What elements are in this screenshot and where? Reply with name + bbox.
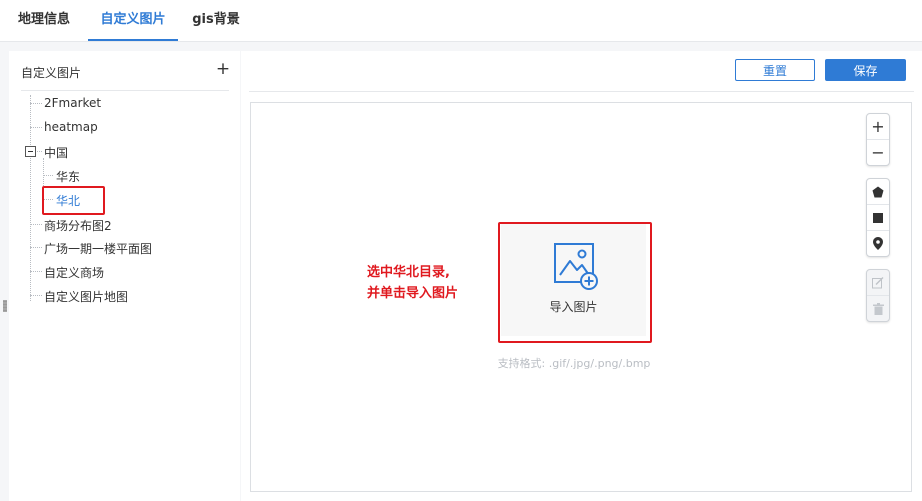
tree-item-east-china[interactable]: 华东 [56, 168, 80, 185]
tree-line [30, 247, 42, 248]
tab-gis-background[interactable]: gis背景 [190, 0, 242, 40]
highlight-box [498, 222, 652, 343]
tree-item-mall-distribution[interactable]: 商场分布图2 [44, 217, 112, 234]
zoom-in-button[interactable]: + [867, 114, 889, 139]
tree-line [30, 224, 42, 225]
collapse-toggle-icon[interactable] [25, 146, 36, 157]
save-button[interactable]: 保存 [825, 59, 906, 81]
tree-item-heatmap[interactable]: heatmap [44, 120, 98, 134]
tree-item-2fmarket[interactable]: 2Fmarket [44, 96, 101, 110]
annotation-line: 并单击导入图片 [367, 286, 459, 301]
tree-line [30, 127, 42, 128]
tree-line [35, 151, 42, 152]
delete-shape-button[interactable] [867, 295, 889, 321]
minus-icon: − [871, 142, 885, 162]
image-canvas: 导入图片 支持格式: .gif/.jpg/.png/.bmp 选中华北目录, 并… [250, 102, 912, 492]
edit-shape-button[interactable] [867, 270, 889, 295]
add-image-button[interactable]: + [215, 60, 231, 78]
draw-tools [866, 178, 890, 257]
square-icon [873, 212, 883, 223]
divider [21, 90, 229, 91]
tree-item-custom-mall[interactable]: 自定义商场 [44, 264, 104, 281]
tree-line [30, 103, 42, 104]
tree-item-custom-image-map[interactable]: 自定义图片地图 [44, 288, 128, 305]
resize-handle[interactable] [3, 300, 7, 312]
image-editor-panel: 重置 保存 导入图片 支持格式: .gif/.jpg/.png/.bmp 选中华… [241, 51, 922, 501]
draw-rectangle-button[interactable] [867, 204, 889, 230]
zoom-out-button[interactable]: − [867, 139, 889, 165]
tab-geo-info[interactable]: 地理信息 [12, 0, 76, 40]
top-tab-bar: 地理信息 自定义图片 gis背景 [0, 0, 922, 42]
zoom-controls: + − [866, 113, 890, 166]
annotation-line: 选中华北目录, [367, 265, 450, 280]
edit-icon [872, 276, 884, 288]
plus-icon: + [871, 116, 885, 136]
tab-custom-image[interactable]: 自定义图片 [88, 0, 178, 41]
edit-tools [866, 269, 890, 322]
panel-title: 自定义图片 [21, 66, 82, 80]
tree-line [43, 175, 53, 176]
draw-marker-button[interactable] [867, 230, 889, 256]
location-pin-icon [873, 237, 883, 250]
tree-line [30, 271, 42, 272]
instruction-annotation: 选中华北目录, 并单击导入图片 [367, 262, 458, 304]
tree-item-china[interactable]: 中国 [44, 144, 68, 161]
reset-button[interactable]: 重置 [735, 59, 815, 81]
tree-item-plaza-floor-plan[interactable]: 广场一期一楼平面图 [44, 240, 152, 257]
pentagon-icon [872, 186, 884, 197]
highlight-box [42, 186, 105, 215]
tree-line [30, 295, 42, 296]
image-tree-panel: 自定义图片 + 2Fmarket heatmap 中国 华东 华北 商场分布图2… [9, 51, 240, 501]
format-hint: 支持格式: .gif/.jpg/.png/.bmp [497, 357, 651, 370]
draw-polygon-button[interactable] [867, 179, 889, 204]
trash-icon [872, 302, 884, 315]
divider [249, 91, 914, 92]
